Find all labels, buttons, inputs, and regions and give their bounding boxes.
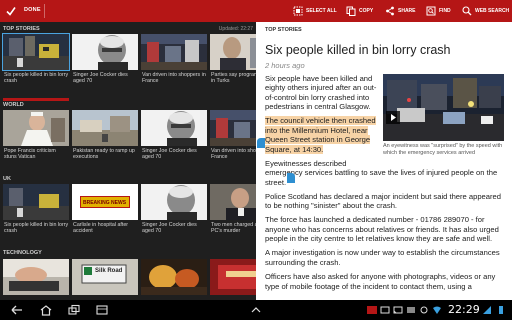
story-caption: Six people killed in bin lorry crash bbox=[4, 222, 69, 235]
paragraph: Police Scotland has declared a major inc… bbox=[265, 191, 501, 211]
story-thumbnail bbox=[141, 259, 207, 295]
chevron-up-icon[interactable] bbox=[249, 304, 263, 316]
done-check-icon[interactable] bbox=[5, 5, 17, 17]
paragraph: Eyewitnesses described emergency service… bbox=[265, 158, 498, 187]
signal-icon bbox=[483, 306, 491, 314]
copy-label: COPY bbox=[359, 8, 374, 14]
selection-end-handle[interactable] bbox=[286, 173, 295, 183]
story-thumbnail bbox=[210, 184, 256, 220]
selection-start-handle[interactable] bbox=[257, 138, 266, 148]
story-caption: Van driven into shoppers in France bbox=[142, 72, 206, 85]
story-thumbnail bbox=[210, 110, 256, 146]
share-icon bbox=[386, 6, 394, 16]
article-body[interactable]: An eyewitness was "surprised" by the spe… bbox=[265, 74, 504, 296]
section-header-uk: UK bbox=[0, 174, 256, 184]
web-search-icon bbox=[462, 6, 472, 16]
story-thumbnail bbox=[210, 259, 256, 295]
divider bbox=[44, 4, 45, 18]
story-thumbnail bbox=[141, 110, 207, 146]
article-section-label: TOP STORIES bbox=[265, 27, 302, 33]
story-thumbnail bbox=[3, 184, 69, 220]
select-all-label: SELECT ALL bbox=[306, 8, 337, 14]
wifi-icon bbox=[433, 306, 441, 314]
system-bar: 22:29 bbox=[0, 300, 512, 320]
status-clock: 22:29 bbox=[448, 303, 480, 316]
share-button[interactable]: SHARE bbox=[385, 0, 416, 22]
web-search-button[interactable]: WEB SEARCH bbox=[462, 0, 509, 22]
breaking-news-badge: BREAKING NEWS bbox=[80, 196, 130, 208]
copy-icon bbox=[346, 6, 356, 16]
back-icon[interactable] bbox=[10, 304, 24, 316]
done-button[interactable]: DONE bbox=[24, 7, 41, 13]
story-caption: Pope Francis criticism stuns Vatican bbox=[4, 148, 56, 161]
story-thumbnail bbox=[72, 110, 138, 146]
story-thumbnail bbox=[2, 33, 70, 71]
figure-caption: An eyewitness was "surprised" by the spe… bbox=[383, 143, 503, 156]
notification-icon bbox=[380, 306, 390, 314]
section-title: UK bbox=[3, 176, 11, 182]
selected-text[interactable]: The council vehicle then crashed into th… bbox=[265, 116, 376, 154]
web-search-label: WEB SEARCH bbox=[475, 8, 510, 14]
story-caption: Singer Joe Cocker dies aged 70 bbox=[142, 222, 197, 235]
story-caption: Singer Joe Cocker dies aged 70 bbox=[73, 72, 128, 85]
home-icon[interactable] bbox=[39, 304, 53, 316]
screenshot-icon[interactable] bbox=[95, 304, 109, 316]
share-label: SHARE bbox=[398, 8, 416, 14]
story-caption: Six people killed in bin lorry crash bbox=[4, 72, 69, 85]
section-header-world: WORLD bbox=[0, 100, 256, 110]
action-bar: DONE SELECT ALL COPY SHARE FIND WEB SEAR… bbox=[0, 0, 512, 22]
paragraph: Officers have also asked for anyone with… bbox=[265, 272, 496, 291]
story-thumbnail bbox=[141, 34, 207, 70]
article-pane: TOP STORIES Six people killed in bin lor… bbox=[256, 22, 512, 300]
section-header-technology: TECHNOLOGY bbox=[0, 248, 256, 258]
story-thumbnail bbox=[3, 110, 69, 146]
story-index-panel: TOP STORIES Updated: 22:27 Six people ki… bbox=[0, 22, 256, 300]
story-thumbnail bbox=[210, 34, 256, 70]
story-caption: Carlisle in hospital after accident bbox=[73, 222, 129, 235]
article-photo[interactable] bbox=[383, 74, 504, 141]
select-all-icon bbox=[293, 6, 303, 16]
paragraph: A major investigation is now under way t… bbox=[265, 248, 500, 267]
image-icon bbox=[407, 307, 415, 313]
recent-apps-icon[interactable] bbox=[67, 304, 81, 316]
story-thumbnail: Silk Road bbox=[72, 259, 138, 295]
section-header-top-stories: TOP STORIES Updated: 22:27 bbox=[0, 24, 256, 34]
play-video-icon[interactable] bbox=[386, 111, 400, 124]
paragraph: The force has launched a dedicated numbe… bbox=[265, 215, 499, 244]
cast-icon bbox=[393, 306, 403, 314]
story-caption: Singer Joe Cocker dies aged 70 bbox=[142, 148, 197, 161]
sync-icon bbox=[420, 306, 428, 314]
story-caption: Van driven into shoppers in France bbox=[211, 148, 256, 161]
story-thumbnail bbox=[3, 259, 69, 295]
battery-icon bbox=[499, 306, 503, 314]
copy-button[interactable]: COPY bbox=[346, 0, 373, 22]
bbc-news-icon bbox=[367, 306, 377, 314]
silk-road-sign: Silk Road bbox=[95, 268, 123, 274]
section-title: WORLD bbox=[3, 102, 24, 108]
find-button[interactable]: FIND bbox=[426, 0, 451, 22]
story-caption: Pakistan ready to ramp up executions bbox=[73, 148, 135, 161]
article-timestamp: 2 hours ago bbox=[265, 61, 305, 70]
story-thumbnail: BREAKING NEWS bbox=[72, 184, 138, 220]
story-caption: Parties say program made in Turks bbox=[211, 72, 256, 85]
select-all-button[interactable]: SELECT ALL bbox=[293, 0, 337, 22]
story-thumbnail bbox=[72, 34, 138, 70]
updated-timestamp: Updated: 22:27 bbox=[218, 26, 253, 32]
article-headline: Six people killed in bin lorry crash bbox=[265, 43, 451, 57]
story-caption: Two men charged after PC's murder bbox=[211, 222, 256, 235]
story-thumbnail bbox=[141, 184, 207, 220]
section-title: TOP STORIES bbox=[3, 26, 40, 32]
find-icon bbox=[426, 6, 436, 16]
find-label: FIND bbox=[439, 8, 451, 14]
article-figure: An eyewitness was "surprised" by the spe… bbox=[383, 74, 504, 156]
section-title: TECHNOLOGY bbox=[3, 250, 42, 256]
